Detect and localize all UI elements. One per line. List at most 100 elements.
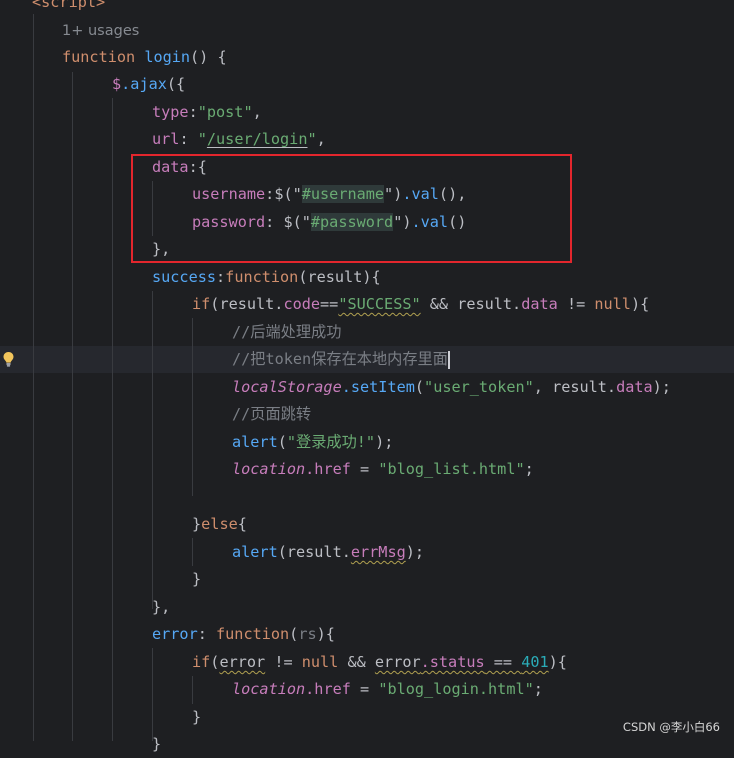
code-line: location.href = "blog_list.html"; [232, 456, 534, 483]
code-text: (result){ [298, 268, 381, 286]
code-text: } [192, 515, 202, 533]
keyword: function [62, 48, 136, 66]
code-text: ){ [630, 295, 650, 313]
operator: = [350, 680, 379, 698]
script-tag: <script> [32, 0, 106, 11]
string-quote: " [307, 130, 317, 148]
code-text: ){ [548, 653, 567, 671]
indent-guide [192, 538, 193, 566]
code-text: , result. [533, 378, 617, 396]
global-object: localStorage [232, 378, 342, 396]
keyword: function [216, 625, 290, 643]
watermark: CSDN @李小白66 [622, 720, 720, 734]
indent-guide [192, 676, 193, 704]
function-name: login [144, 48, 191, 66]
code-line: $.ajax({ [112, 71, 185, 98]
code-text: : [197, 625, 217, 643]
property-name: .href [305, 460, 351, 478]
keyword: else [201, 515, 238, 533]
code-line: }else{ [192, 511, 247, 538]
code-line: }, [152, 594, 170, 621]
identifier: error [219, 653, 266, 671]
code-text: ( [289, 625, 299, 643]
comment: //把token保存在本地内存里面 [232, 350, 448, 368]
code-line: type:"post", [152, 103, 262, 121]
text-caret [447, 350, 450, 369]
usages-hint[interactable]: 1+ usages [62, 18, 139, 45]
comment: //页面跳转 [232, 405, 312, 423]
string-literal: "blog_login.html" [378, 680, 534, 698]
code-text: } [192, 570, 202, 588]
indent-guide [33, 14, 34, 741]
annotation-highlight-box [131, 154, 572, 263]
method-name: .ajax [121, 75, 167, 93]
operator: && [338, 653, 375, 671]
indent-guide [72, 72, 73, 741]
code-text: }, [152, 598, 171, 616]
code-text: ; [533, 680, 543, 698]
keyword: null [301, 653, 339, 671]
property-key: success [152, 268, 217, 286]
code-text: ); [375, 433, 394, 451]
global-object: location [232, 460, 306, 478]
code-text: && result. [420, 295, 522, 313]
code-line: } [192, 566, 201, 593]
code-editor[interactable]: <script> 1+ usages function login() { $.… [0, 0, 734, 753]
indent-guide [152, 291, 153, 609]
code-text: ); [405, 543, 425, 561]
code-line: url: "/user/login", [152, 130, 326, 148]
code-text: ){ [316, 625, 335, 643]
identifier: $ [112, 75, 122, 93]
code-line: localStorage.setItem("user_token", resul… [232, 374, 671, 401]
operator: == [484, 653, 522, 671]
lightbulb-icon[interactable] [2, 351, 15, 367]
code-text: (result. [210, 295, 284, 313]
identifier: error [374, 653, 421, 671]
string-literal: "SUCCESS" [338, 295, 421, 313]
indent-guide [112, 98, 113, 741]
keyword: if [192, 653, 211, 671]
property-name: errMsg [350, 543, 406, 561]
code-line: //把token保存在本地内存里面 [232, 346, 450, 373]
code-text: ( [277, 433, 287, 451]
code-line: } [192, 704, 201, 731]
number-literal: 401 [521, 653, 549, 671]
string-literal: "blog_list.html" [378, 460, 525, 478]
code-line: function login() { [62, 44, 227, 71]
property-key: error [152, 625, 198, 643]
operator: != [265, 653, 302, 671]
comment: //后端处理成功 [232, 323, 342, 341]
string-literal: "post" [197, 103, 253, 121]
code-text: } [152, 735, 162, 753]
keyword: if [192, 295, 211, 313]
code-line: alert(result.errMsg); [232, 539, 424, 566]
code-line: success:function(result){ [152, 268, 381, 286]
code-line: if(error != null && error.status == 401)… [192, 649, 567, 676]
url-literal[interactable]: /user/login [207, 130, 308, 148]
unused-parameter: rs [298, 625, 317, 643]
code-line: } [152, 731, 161, 758]
code-line: error: function(rs){ [152, 621, 335, 648]
indent-guide [152, 648, 153, 741]
keyword: function [225, 268, 299, 286]
function-call: alert [232, 543, 278, 561]
code-line: alert("登录成功!"); [232, 429, 393, 456]
indent-guide [192, 318, 193, 496]
code-text: { [237, 515, 247, 533]
code-text: ; [524, 460, 534, 478]
string-literal: "user_token" [424, 378, 534, 396]
code-text: } [192, 708, 202, 726]
property-name: .href [305, 680, 351, 698]
property-name: data [521, 295, 558, 313]
property-name: .status [420, 653, 485, 671]
code-line: <script> [32, 0, 105, 16]
operator: == [320, 295, 339, 313]
property-name: data [616, 378, 653, 396]
global-object: location [232, 680, 306, 698]
string-literal: "登录成功!" [286, 433, 376, 451]
code-line: if(result.code=="SUCCESS" && result.data… [192, 291, 649, 318]
property-name: code [283, 295, 321, 313]
code-text: ( [414, 378, 425, 396]
code-text: (result. [277, 543, 351, 561]
function-call: alert [232, 433, 278, 451]
